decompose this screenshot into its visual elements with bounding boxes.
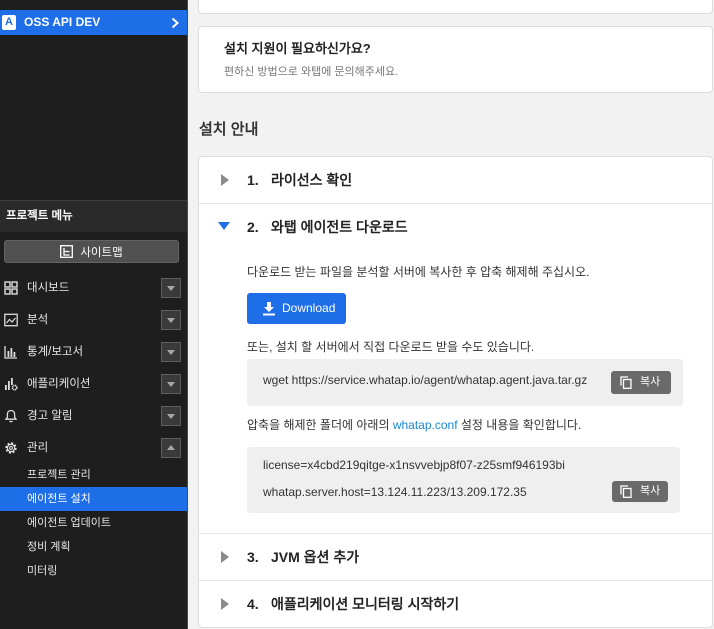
whatap-conf-link[interactable]: whatap.conf [393,418,458,432]
copy-icon [620,376,632,389]
caret-down-icon [218,222,230,230]
sitemap-icon [60,245,74,258]
conf-text-before: 압축을 해제한 폴더에 아래의 [247,418,393,432]
sidebar: A OSS API DEV 프로젝트 메뉴 사이트맵 대시보드 분석 통계/보고… [0,0,188,629]
expand-toggle[interactable] [161,374,181,394]
menu-item-analysis[interactable]: 분석 [0,304,187,336]
step-agent-download[interactable]: 2. 와탭 에이전트 다운로드 [199,204,712,250]
wget-command: wget https://service.whatap.io/agent/wha… [263,373,588,387]
menu-item-label: 경고 알림 [27,410,73,422]
copy-conf-button[interactable]: 복사 [612,481,668,502]
project-menu: 대시보드 분석 통계/보고서 애플리케이션 경고 알림 관리 [0,272,187,464]
expand-toggle[interactable] [161,310,181,330]
project-menu-header: 프로젝트 메뉴 [0,200,187,232]
submenu-item-agent-install[interactable]: 에이전트 설치 [0,487,187,511]
step-title: 애플리케이션 모니터링 시작하기 [271,596,460,612]
sitemap-button[interactable]: 사이트맵 [4,240,179,263]
step-start-monitoring[interactable]: 4. 애플리케이션 모니터링 시작하기 [199,581,712,627]
menu-item-label: 통계/보고서 [27,346,84,358]
copy-icon [620,485,632,498]
project-badge: A [2,15,16,30]
caret-right-icon [221,598,229,610]
menu-item-alerts[interactable]: 경고 알림 [0,400,187,432]
previous-card [198,0,713,14]
menu-item-label: 애플리케이션 [27,378,91,390]
support-subtitle: 편하신 방법으로 와탭에 문의해주세요. [224,66,399,78]
management-submenu: 프로젝트 관리 에이전트 설치 에이전트 업데이트 정비 계획 미터링 [0,463,187,583]
conf-license-line: license=x4cbd219qitge-x1nsvvebjp8f07-z25… [263,458,565,472]
copy-label: 복사 [640,376,661,388]
conf-settings-box: license=x4cbd219qitge-x1nsvvebjp8f07-z25… [247,447,680,513]
step-title: JVM 옵션 추가 [271,549,360,565]
menu-item-dashboard[interactable]: 대시보드 [0,272,187,304]
bell-icon [4,409,18,423]
download-icon [262,301,276,316]
direct-download-text: 또는, 설치 할 서버에서 직접 다운로드 받을 수도 있습니다. [247,340,535,354]
step-number: 1. [247,172,259,188]
install-guide-heading: 설치 안내 [199,121,259,138]
submenu-item-agent-update[interactable]: 에이전트 업데이트 [0,511,187,535]
caret-right-icon [221,174,229,186]
step-number: 2. [247,219,259,235]
analysis-icon [4,313,18,327]
expand-toggle[interactable] [161,278,181,298]
download-button[interactable]: Download [247,293,346,324]
install-steps-accordion: 1. 라이선스 확인 2. 와탭 에이전트 다운로드 다운로드 받는 파일을 분… [198,156,713,628]
application-icon [4,377,18,391]
chevron-right-icon [170,16,180,29]
conf-instruction-text: 압축을 해제한 폴더에 아래의 whatap.conf 설정 내용을 확인합니다… [247,416,581,434]
step-title: 라이선스 확인 [271,172,353,188]
caret-right-icon [221,551,229,563]
conf-server-host-line: whatap.server.host=13.124.11.223/13.209.… [263,485,527,499]
wget-command-box: wget https://service.whatap.io/agent/wha… [247,359,683,406]
project-name: OSS API DEV [24,15,101,29]
step-number: 3. [247,549,259,565]
expand-toggle[interactable] [161,342,181,362]
menu-item-management[interactable]: 관리 [0,432,187,464]
download-label: Download [282,301,336,315]
expand-toggle[interactable] [161,406,181,426]
support-title: 설치 지원이 필요하신가요? [224,41,371,56]
menu-item-label: 분석 [27,314,49,326]
menu-item-label: 관리 [27,442,49,454]
copy-wget-button[interactable]: 복사 [611,371,671,394]
gear-icon [4,441,18,455]
sitemap-label: 사이트맵 [80,246,123,259]
bar-chart-icon [4,345,18,359]
collapse-toggle[interactable] [161,438,181,458]
download-intro-text: 다운로드 받는 파일을 분석할 서버에 복사한 후 압축 해제해 주십시오. [247,265,590,279]
submenu-item-project-management[interactable]: 프로젝트 관리 [0,463,187,487]
submenu-item-maintenance-plan[interactable]: 정비 계획 [0,535,187,559]
step-license[interactable]: 1. 라이선스 확인 [199,157,712,203]
support-card[interactable]: 설치 지원이 필요하신가요? 편하신 방법으로 와탭에 문의해주세요. [198,26,713,93]
menu-item-label: 대시보드 [27,282,70,294]
menu-item-application[interactable]: 애플리케이션 [0,368,187,400]
project-selector[interactable]: A OSS API DEV [0,10,187,35]
menu-item-statistics[interactable]: 통계/보고서 [0,336,187,368]
step-title: 와탭 에이전트 다운로드 [271,219,408,235]
step-number: 4. [247,596,259,612]
step-jvm-options[interactable]: 3. JVM 옵션 추가 [199,534,712,580]
conf-text-after: 설정 내용을 확인합니다. [457,418,582,432]
copy-label: 복사 [640,485,661,497]
dashboard-icon [4,281,18,295]
submenu-item-metering[interactable]: 미터링 [0,559,187,583]
